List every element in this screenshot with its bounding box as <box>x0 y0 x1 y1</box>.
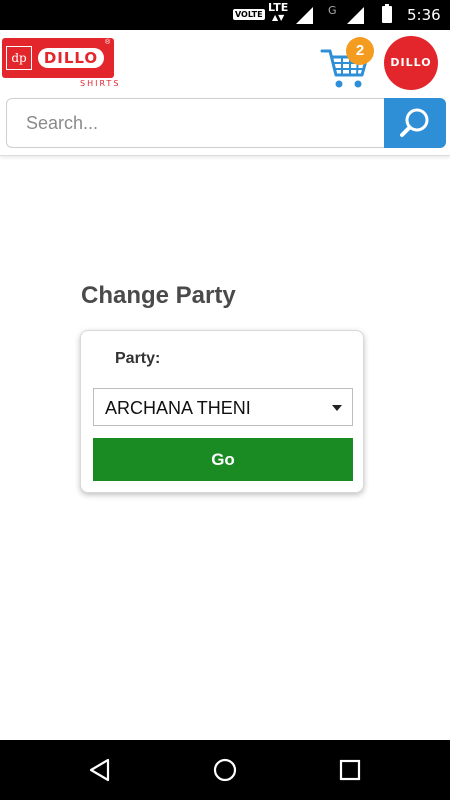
volte-indicator: VOLTE <box>233 9 265 20</box>
navigation-bar <box>0 740 450 800</box>
page-title: Change Party <box>81 282 236 309</box>
search-button[interactable] <box>384 98 446 148</box>
avatar[interactable]: DILLO <box>384 36 438 90</box>
battery-icon <box>382 4 392 23</box>
change-party-card: Party: ARCHANA THENI Go <box>80 330 364 493</box>
search-bar <box>6 98 446 148</box>
secondary-network-label: G <box>328 4 337 17</box>
go-button[interactable]: Go <box>93 438 353 481</box>
lte-indicator: LTE ▲▼ <box>268 2 288 23</box>
app-header: dp DILLO ® SHIRTS 2 DILLO <box>0 30 450 156</box>
logo-mark: dp <box>6 46 32 70</box>
cart-count-badge[interactable]: 2 <box>346 37 374 65</box>
clock: 5:36 <box>407 6 441 24</box>
search-icon <box>400 108 429 137</box>
party-label: Party: <box>115 350 161 367</box>
status-bar: VOLTE LTE ▲▼ G 5:36 <box>0 0 450 30</box>
brand-logo[interactable]: dp DILLO ® SHIRTS <box>2 38 118 88</box>
logo-subtitle: SHIRTS <box>80 79 121 88</box>
party-selected-value: ARCHANA THENI <box>105 398 251 418</box>
signal-icon-secondary <box>347 7 364 24</box>
dropdown-caret-icon <box>332 405 342 411</box>
avatar-text: DILLO <box>390 56 432 69</box>
data-arrows-icon: ▲▼ <box>271 13 285 22</box>
search-input[interactable] <box>6 98 386 148</box>
party-select[interactable]: ARCHANA THENI <box>93 388 353 426</box>
back-icon[interactable] <box>88 758 112 782</box>
signal-icon <box>296 7 313 24</box>
registered-icon: ® <box>105 39 111 46</box>
home-icon[interactable] <box>213 758 237 782</box>
logo-brand-text: DILLO <box>38 48 104 68</box>
recents-icon[interactable] <box>339 759 361 781</box>
